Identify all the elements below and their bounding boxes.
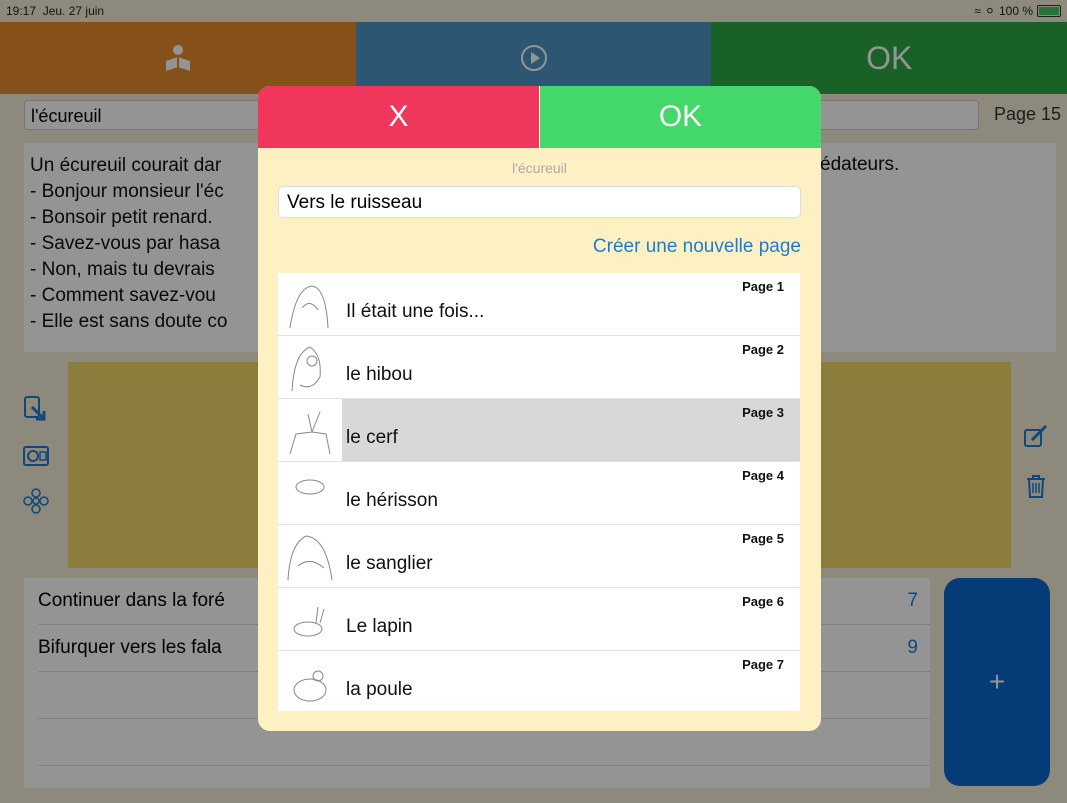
- page-number: Page 7: [742, 657, 784, 672]
- selection-highlight: [342, 399, 800, 461]
- page-thumbnail: [289, 411, 331, 455]
- page-list-item[interactable]: Le lapin Page 6: [278, 588, 800, 651]
- page-title: le cerf: [346, 427, 398, 448]
- page-title: le hibou: [346, 364, 413, 385]
- page-thumbnail: [293, 606, 325, 637]
- page-list-item[interactable]: le hibou Page 2: [278, 336, 800, 399]
- page-list-item[interactable]: le sanglier Page 5: [278, 525, 800, 588]
- page-number: Page 4: [742, 468, 784, 483]
- page-thumbnail: [295, 479, 325, 495]
- page-thumbnail: [291, 346, 321, 392]
- choice-text-input[interactable]: Vers le ruisseau: [278, 186, 801, 218]
- page-thumbnail: [289, 285, 329, 329]
- page-number: Page 5: [742, 531, 784, 546]
- page-title: Le lapin: [346, 616, 413, 637]
- modal-subtitle: l'écureuil: [512, 160, 567, 176]
- page-list-item-selected[interactable]: le cerf Page 3: [278, 399, 800, 462]
- page-list[interactable]: Il était une fois... Page 1 le hibou Pag…: [278, 273, 800, 711]
- page-list-item[interactable]: le hérisson Page 4: [278, 462, 800, 525]
- page-number: Page 2: [742, 342, 784, 357]
- confirm-button[interactable]: OK: [540, 86, 821, 148]
- modal-header: X OK: [258, 86, 821, 148]
- page-title: le hérisson: [346, 490, 438, 511]
- page-list-item[interactable]: la poule Page 7: [278, 651, 800, 711]
- create-new-page-link[interactable]: Créer une nouvelle page: [258, 236, 801, 260]
- cancel-button[interactable]: X: [258, 86, 540, 148]
- page-list-item[interactable]: Il était une fois... Page 1: [278, 273, 800, 336]
- page-number: Page 1: [742, 279, 784, 294]
- page-title: la poule: [346, 679, 413, 700]
- page-thumbnail: [287, 535, 333, 581]
- page-title: Il était une fois...: [346, 301, 485, 322]
- page-thumbnail: [293, 670, 327, 702]
- page-number: Page 3: [742, 405, 784, 420]
- page-picker-modal: X OK l'écureuil Vers le ruisseau Créer u…: [258, 86, 821, 731]
- page-title: le sanglier: [346, 553, 433, 574]
- page-number: Page 6: [742, 594, 784, 609]
